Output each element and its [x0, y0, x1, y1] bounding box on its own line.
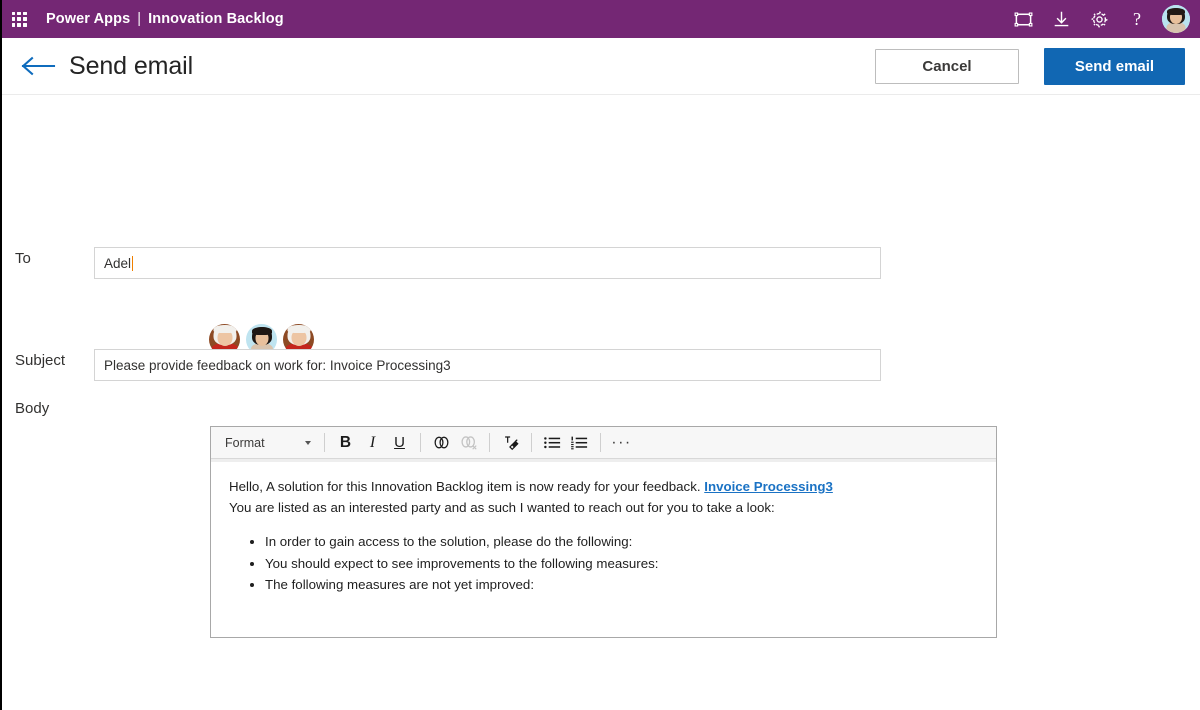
back-button[interactable]	[20, 46, 62, 86]
clear-formatting-button[interactable]	[497, 430, 524, 455]
body-label: Body	[15, 400, 50, 417]
underline-button[interactable]: U	[386, 430, 413, 455]
toolbar-separator	[489, 433, 490, 452]
help-button[interactable]: ?	[1118, 0, 1156, 38]
body-paragraph-2: You are listed as an interested party an…	[229, 499, 775, 515]
list-item: In order to gain access to the solution,…	[265, 532, 978, 553]
fullscreen-button[interactable]	[1004, 0, 1042, 38]
brand-label: Power Apps	[46, 11, 131, 27]
fullscreen-icon	[1014, 11, 1032, 27]
unlink-icon	[461, 436, 477, 450]
gear-icon	[1090, 10, 1108, 28]
subject-input-value: Please provide feedback on work for: Inv…	[104, 357, 451, 373]
editor-toolbar: Format B I U ···	[211, 427, 996, 462]
invoice-processing-link[interactable]: Invoice Processing3	[704, 479, 833, 494]
numbered-list-icon	[571, 436, 588, 449]
body-rich-text-editor: Format B I U ··· Hello, A solution for t…	[210, 426, 997, 638]
suite-header-bar: Power Apps | Innovation Backlog ?	[0, 0, 1200, 38]
download-button[interactable]	[1042, 0, 1080, 38]
to-label: To	[15, 250, 31, 267]
to-input[interactable]: Adel	[94, 247, 881, 279]
chevron-down-icon	[305, 440, 311, 445]
remove-link-button	[455, 430, 482, 455]
page-title: Send email	[69, 51, 194, 80]
toolbar-separator	[531, 433, 532, 452]
help-icon: ?	[1133, 9, 1141, 29]
brand-separator: |	[137, 11, 142, 27]
body-bullet-list: In order to gain access to the solution,…	[229, 532, 978, 596]
toolbar-separator	[600, 433, 601, 452]
clear-formatting-icon	[505, 435, 519, 450]
body-row: Body	[0, 397, 94, 417]
toolbar-separator	[420, 433, 421, 452]
body-line1-text: Hello, A solution for this Innovation Ba…	[229, 479, 705, 494]
command-bar: Send email Cancel Send email	[0, 38, 1200, 95]
bold-button[interactable]: B	[332, 430, 359, 455]
subject-input[interactable]: Please provide feedback on work for: Inv…	[94, 349, 881, 381]
list-item: The following measures are not yet impro…	[265, 575, 978, 596]
subject-label: Subject	[15, 352, 66, 369]
bulleted-list-button[interactable]	[539, 430, 566, 455]
cancel-button[interactable]: Cancel	[875, 48, 1019, 84]
bulleted-list-icon	[544, 436, 561, 448]
waffle-menu-button[interactable]	[0, 0, 38, 38]
body-paragraph-1: Hello, A solution for this Innovation Ba…	[229, 477, 978, 498]
text-caret	[132, 255, 134, 271]
to-row: To Adel	[0, 247, 881, 279]
format-dropdown[interactable]: Format	[217, 431, 317, 455]
download-icon	[1054, 11, 1068, 26]
suite-branding: Power Apps | Innovation Backlog	[46, 11, 284, 27]
avatar[interactable]	[1162, 5, 1190, 33]
back-arrow-icon	[21, 56, 56, 76]
toolbar-separator	[324, 433, 325, 452]
link-icon	[434, 436, 449, 449]
format-dropdown-label: Format	[225, 435, 265, 450]
insert-link-button[interactable]	[428, 430, 455, 455]
settings-button[interactable]	[1080, 0, 1118, 38]
italic-button[interactable]: I	[359, 430, 386, 455]
numbered-list-button[interactable]	[566, 430, 593, 455]
more-options-button[interactable]: ···	[608, 430, 635, 455]
to-input-value: Adel	[104, 255, 132, 271]
subject-row: Subject Please provide feedback on work …	[0, 349, 881, 381]
body-content-area[interactable]: Hello, A solution for this Innovation Ba…	[211, 459, 996, 607]
app-name-label: Innovation Backlog	[148, 11, 284, 27]
app-left-edge	[0, 0, 2, 710]
send-email-button[interactable]: Send email	[1044, 47, 1185, 85]
suite-actions: ?	[1004, 0, 1190, 38]
list-item: You should expect to see improvements to…	[265, 554, 978, 575]
waffle-grid-icon	[11, 11, 27, 27]
